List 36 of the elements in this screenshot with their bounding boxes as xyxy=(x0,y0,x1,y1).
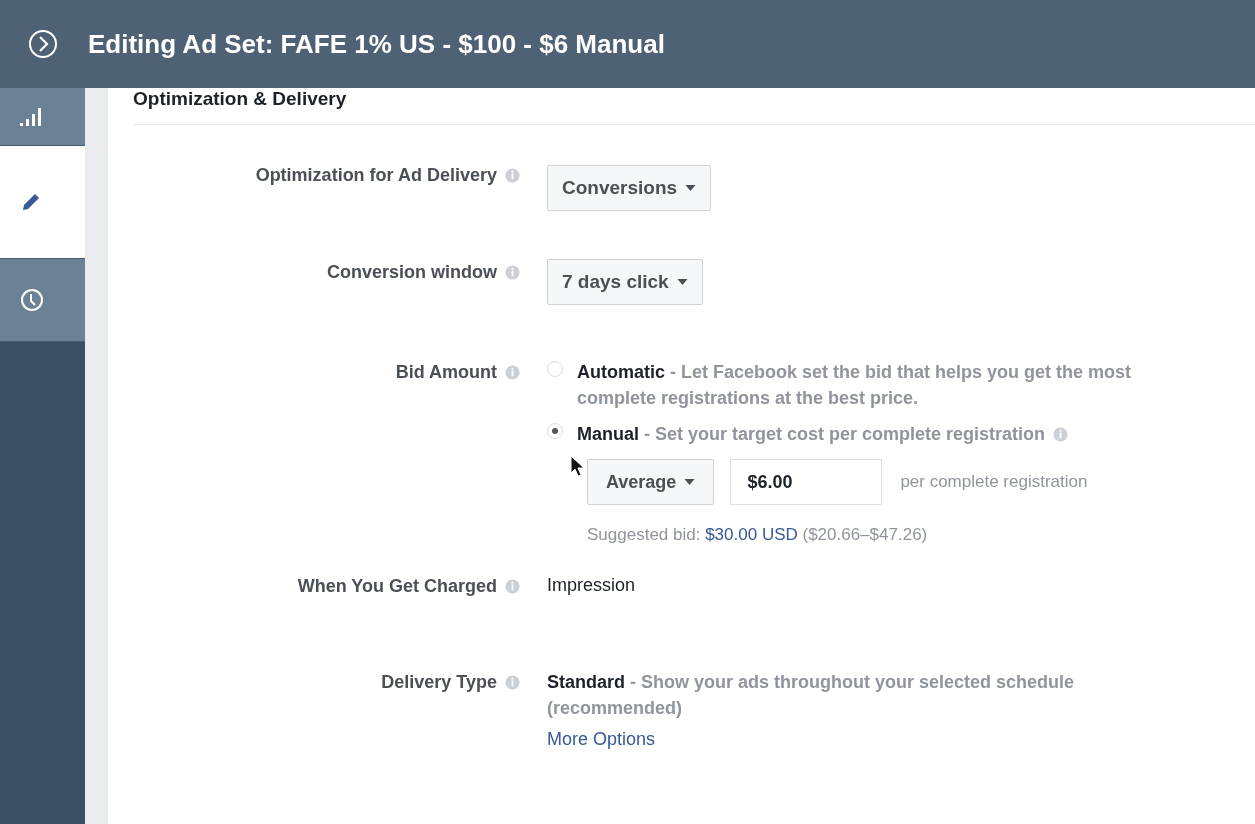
radio-button[interactable] xyxy=(547,423,563,439)
sidebar-tab[interactable] xyxy=(0,259,85,342)
signal-bars-icon xyxy=(20,106,42,127)
unit-label: per complete registration xyxy=(900,472,1088,492)
window-title: Editing Ad Set: FAFE 1% US - $100 - $6 Manual xyxy=(88,28,665,60)
clock-icon xyxy=(20,288,44,312)
dropdown-button[interactable]: 7 days click xyxy=(547,259,703,305)
option-description: Manual - Set your target cost per complete registration xyxy=(577,423,1046,446)
bid-type-dropdown[interactable]: Average xyxy=(587,459,715,505)
delivery-description: Standard - Show your ads throughout your selected schedule (recommended) xyxy=(547,671,1076,720)
info-icon[interactable] xyxy=(505,265,520,280)
suggested-bid-text: Suggested bid: $30.00 USD ($20.66–$47.26) xyxy=(587,525,928,545)
field-label: Delivery Type xyxy=(381,672,497,693)
field-label: Conversion window xyxy=(327,262,497,283)
sidebar-tab[interactable] xyxy=(0,88,85,146)
dropdown-button[interactable]: Conversions xyxy=(547,165,712,211)
more-options-link[interactable]: More Options xyxy=(547,729,656,750)
bid-amount-field[interactable]: $6.00 xyxy=(730,459,883,505)
mouse-cursor-icon xyxy=(570,455,584,477)
info-icon[interactable] xyxy=(505,579,520,594)
caret-icon xyxy=(684,479,696,485)
field-label: Bid Amount xyxy=(395,362,497,383)
field-label: When You Get Charged xyxy=(297,576,497,597)
field-value: Impression xyxy=(547,574,636,596)
section-title: Optimization & Delivery xyxy=(133,88,1255,125)
info-icon[interactable] xyxy=(505,675,520,690)
caret-icon xyxy=(676,279,688,285)
info-icon[interactable] xyxy=(1053,426,1069,442)
caret-icon xyxy=(685,185,697,191)
info-icon[interactable] xyxy=(505,365,520,380)
option-description: Automatic - Let Facebook set the bid that helps you get the most complete registrations at the best price. xyxy=(577,361,1133,410)
radio-button[interactable] xyxy=(547,361,563,377)
pencil-icon xyxy=(20,191,42,213)
suggested-bid-link[interactable]: $30.00 USD xyxy=(705,525,798,544)
field-label: Optimization for Ad Delivery xyxy=(255,165,497,186)
info-icon[interactable] xyxy=(505,168,520,183)
